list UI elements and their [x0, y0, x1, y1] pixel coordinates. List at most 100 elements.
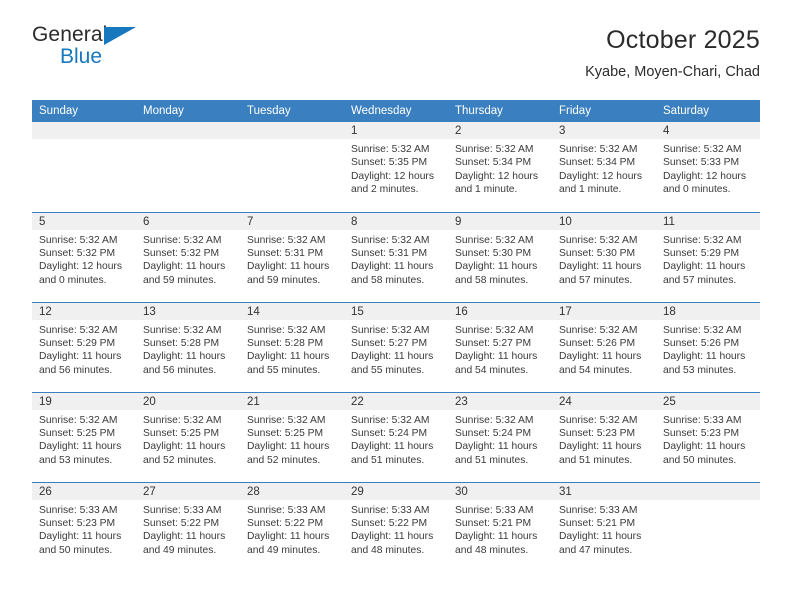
day-sun-info: Sunrise: 5:32 AM Sunset: 5:32 PM Dayligh… — [143, 234, 226, 286]
day-number — [656, 482, 760, 500]
day-sun-info: Sunrise: 5:32 AM Sunset: 5:35 PM Dayligh… — [351, 144, 434, 196]
weekday-header-thursday: Thursday — [448, 100, 552, 122]
calendar-cell-empty — [656, 481, 760, 572]
calendar-header-row: Sunday Monday Tuesday Wednesday Thursday Frid… — [32, 100, 760, 122]
weekday-header-monday: Monday — [136, 100, 240, 122]
day-number — [136, 122, 240, 139]
day-sun-info: Sunrise: 5:32 AM Sunset: 5:25 PM Dayligh… — [143, 414, 226, 466]
calendar-cell-day-27[interactable]: 27 Sunrise: 5:33 AM Sunset: 5:22 PM Dayli… — [136, 481, 240, 572]
calendar-cell-day-12[interactable]: 12 Sunrise: 5:32 AM Sunset: 5:29 PM Dayli… — [32, 301, 136, 392]
day-sun-info: Sunrise: 5:32 AM Sunset: 5:24 PM Dayligh… — [351, 414, 434, 466]
weekday-header-saturday: Saturday — [656, 100, 760, 122]
page-header: General Blue October 2025 Kyabe, Moyen-C… — [32, 0, 760, 100]
calendar-cell-day-9[interactable]: 9 Sunrise: 5:32 AM Sunset: 5:30 PM Daylig… — [448, 211, 552, 302]
calendar-cell-day-18[interactable]: 18 Sunrise: 5:32 AM Sunset: 5:26 PM Dayli… — [656, 301, 760, 392]
day-sun-info: Sunrise: 5:33 AM Sunset: 5:22 PM Dayligh… — [247, 504, 330, 556]
brand-logo: General Blue — [32, 24, 144, 74]
day-number: 6 — [136, 212, 240, 230]
calendar-cell-day-5[interactable]: 5 Sunrise: 5:32 AM Sunset: 5:32 PM Daylig… — [32, 211, 136, 302]
calendar-week-row: 12 Sunrise: 5:32 AM Sunset: 5:29 PM Dayli… — [32, 301, 760, 392]
day-number: 9 — [448, 212, 552, 230]
day-number: 1 — [344, 122, 448, 139]
calendar-cell-day-28[interactable]: 28 Sunrise: 5:33 AM Sunset: 5:22 PM Dayli… — [240, 481, 344, 572]
day-number: 17 — [552, 302, 656, 320]
day-number: 21 — [240, 392, 344, 410]
day-sun-info: Sunrise: 5:33 AM Sunset: 5:23 PM Dayligh… — [39, 504, 122, 556]
calendar-cell-day-13[interactable]: 13 Sunrise: 5:32 AM Sunset: 5:28 PM Dayli… — [136, 301, 240, 392]
day-sun-info: Sunrise: 5:33 AM Sunset: 5:22 PM Dayligh… — [143, 504, 226, 556]
day-number: 4 — [656, 122, 760, 139]
day-sun-info: Sunrise: 5:32 AM Sunset: 5:26 PM Dayligh… — [559, 324, 642, 376]
calendar-cell-day-1[interactable]: 1 Sunrise: 5:32 AM Sunset: 5:35 PM Daylig… — [344, 122, 448, 212]
day-number: 14 — [240, 302, 344, 320]
calendar-body: 1 Sunrise: 5:32 AM Sunset: 5:35 PM Daylig… — [32, 122, 760, 572]
day-number: 24 — [552, 392, 656, 410]
day-sun-info: Sunrise: 5:32 AM Sunset: 5:34 PM Dayligh… — [455, 144, 538, 196]
day-number: 13 — [136, 302, 240, 320]
day-sun-info: Sunrise: 5:32 AM Sunset: 5:30 PM Dayligh… — [559, 234, 642, 286]
calendar-cell-day-21[interactable]: 21 Sunrise: 5:32 AM Sunset: 5:25 PM Dayli… — [240, 391, 344, 482]
calendar-table: Sunday Monday Tuesday Wednesday Thursday Frid… — [32, 100, 760, 572]
calendar-cell-day-8[interactable]: 8 Sunrise: 5:32 AM Sunset: 5:31 PM Daylig… — [344, 211, 448, 302]
day-sun-info: Sunrise: 5:32 AM Sunset: 5:28 PM Dayligh… — [143, 324, 226, 376]
day-number: 20 — [136, 392, 240, 410]
day-sun-info: Sunrise: 5:32 AM Sunset: 5:28 PM Dayligh… — [247, 324, 330, 376]
calendar-cell-day-16[interactable]: 16 Sunrise: 5:32 AM Sunset: 5:27 PM Dayli… — [448, 301, 552, 392]
day-number: 16 — [448, 302, 552, 320]
calendar-cell-day-7[interactable]: 7 Sunrise: 5:32 AM Sunset: 5:31 PM Daylig… — [240, 211, 344, 302]
brand-name-blue: Blue — [60, 45, 103, 68]
day-number: 23 — [448, 392, 552, 410]
calendar-cell-day-11[interactable]: 11 Sunrise: 5:32 AM Sunset: 5:29 PM Dayli… — [656, 211, 760, 302]
day-number: 10 — [552, 212, 656, 230]
calendar-cell-empty — [136, 122, 240, 212]
day-number: 11 — [656, 212, 760, 230]
day-sun-info: Sunrise: 5:32 AM Sunset: 5:31 PM Dayligh… — [247, 234, 330, 286]
calendar-cell-empty — [32, 122, 136, 212]
day-number: 29 — [344, 482, 448, 500]
day-sun-info: Sunrise: 5:32 AM Sunset: 5:26 PM Dayligh… — [663, 324, 746, 376]
day-number: 5 — [32, 212, 136, 230]
calendar-cell-day-3[interactable]: 3 Sunrise: 5:32 AM Sunset: 5:34 PM Daylig… — [552, 122, 656, 212]
calendar-cell-day-6[interactable]: 6 Sunrise: 5:32 AM Sunset: 5:32 PM Daylig… — [136, 211, 240, 302]
day-sun-info: Sunrise: 5:32 AM Sunset: 5:27 PM Dayligh… — [351, 324, 434, 376]
calendar-cell-day-2[interactable]: 2 Sunrise: 5:32 AM Sunset: 5:34 PM Daylig… — [448, 122, 552, 212]
day-number — [32, 122, 136, 139]
calendar-week-row: 26 Sunrise: 5:33 AM Sunset: 5:23 PM Dayli… — [32, 481, 760, 572]
calendar-cell-day-22[interactable]: 22 Sunrise: 5:32 AM Sunset: 5:24 PM Dayli… — [344, 391, 448, 482]
calendar-cell-day-25[interactable]: 25 Sunrise: 5:33 AM Sunset: 5:23 PM Dayli… — [656, 391, 760, 482]
day-number: 25 — [656, 392, 760, 410]
day-sun-info — [240, 139, 344, 143]
day-sun-info: Sunrise: 5:32 AM Sunset: 5:31 PM Dayligh… — [351, 234, 434, 286]
day-sun-info — [136, 139, 240, 143]
calendar-cell-day-15[interactable]: 15 Sunrise: 5:32 AM Sunset: 5:27 PM Dayli… — [344, 301, 448, 392]
day-sun-info: Sunrise: 5:32 AM Sunset: 5:33 PM Dayligh… — [663, 144, 746, 196]
calendar-cell-day-31[interactable]: 31 Sunrise: 5:33 AM Sunset: 5:21 PM Dayli… — [552, 481, 656, 572]
calendar-cell-day-19[interactable]: 19 Sunrise: 5:32 AM Sunset: 5:25 PM Dayli… — [32, 391, 136, 482]
day-sun-info — [656, 500, 760, 504]
day-number: 27 — [136, 482, 240, 500]
calendar-cell-day-30[interactable]: 30 Sunrise: 5:33 AM Sunset: 5:21 PM Dayli… — [448, 481, 552, 572]
calendar-week-row: 1 Sunrise: 5:32 AM Sunset: 5:35 PM Daylig… — [32, 122, 760, 212]
day-number: 28 — [240, 482, 344, 500]
day-number: 26 — [32, 482, 136, 500]
calendar-cell-day-26[interactable]: 26 Sunrise: 5:33 AM Sunset: 5:23 PM Dayli… — [32, 481, 136, 572]
day-sun-info: Sunrise: 5:32 AM Sunset: 5:25 PM Dayligh… — [247, 414, 330, 466]
calendar-cell-day-24[interactable]: 24 Sunrise: 5:32 AM Sunset: 5:23 PM Dayli… — [552, 391, 656, 482]
day-number: 2 — [448, 122, 552, 139]
calendar-page: General Blue October 2025 Kyabe, Moyen-C… — [0, 0, 792, 612]
weekday-header-friday: Friday — [552, 100, 656, 122]
day-sun-info: Sunrise: 5:32 AM Sunset: 5:34 PM Dayligh… — [559, 144, 642, 196]
day-number: 18 — [656, 302, 760, 320]
calendar-cell-day-17[interactable]: 17 Sunrise: 5:32 AM Sunset: 5:26 PM Dayli… — [552, 301, 656, 392]
calendar-week-row: 19 Sunrise: 5:32 AM Sunset: 5:25 PM Dayli… — [32, 391, 760, 482]
day-number: 30 — [448, 482, 552, 500]
day-number — [240, 122, 344, 139]
day-sun-info — [32, 139, 136, 143]
calendar-cell-day-23[interactable]: 23 Sunrise: 5:32 AM Sunset: 5:24 PM Dayli… — [448, 391, 552, 482]
calendar-cell-day-29[interactable]: 29 Sunrise: 5:33 AM Sunset: 5:22 PM Dayli… — [344, 481, 448, 572]
calendar-cell-day-4[interactable]: 4 Sunrise: 5:32 AM Sunset: 5:33 PM Daylig… — [656, 122, 760, 212]
calendar-cell-day-20[interactable]: 20 Sunrise: 5:32 AM Sunset: 5:25 PM Dayli… — [136, 391, 240, 482]
calendar-cell-day-14[interactable]: 14 Sunrise: 5:32 AM Sunset: 5:28 PM Dayli… — [240, 301, 344, 392]
calendar-cell-day-10[interactable]: 10 Sunrise: 5:32 AM Sunset: 5:30 PM Dayli… — [552, 211, 656, 302]
day-sun-info: Sunrise: 5:32 AM Sunset: 5:24 PM Dayligh… — [455, 414, 538, 466]
